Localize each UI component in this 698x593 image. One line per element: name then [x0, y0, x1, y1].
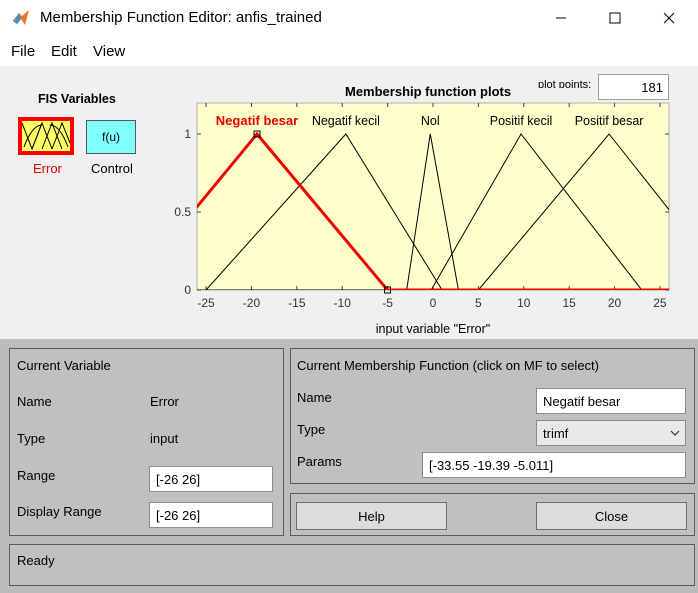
- status-text: Ready: [17, 553, 55, 568]
- range-label: Range: [17, 468, 56, 483]
- title-bar: Membership Function Editor: anfis_traine…: [0, 0, 698, 36]
- maximize-button[interactable]: [592, 0, 638, 36]
- mf-label-nol[interactable]: Nol: [421, 114, 440, 128]
- mf-label-positif-besar[interactable]: Positif besar: [575, 114, 644, 128]
- x-tick-label: 5: [475, 296, 482, 310]
- x-tick-label: 25: [653, 296, 667, 310]
- y-tick-label: 0.5: [174, 205, 191, 219]
- menu-file[interactable]: File: [11, 43, 35, 60]
- menu-edit[interactable]: Edit: [51, 43, 77, 60]
- chevron-down-icon: [670, 430, 680, 436]
- x-tick-label: 15: [562, 296, 576, 310]
- close-icon: [663, 12, 675, 24]
- y-tick-label: 1: [184, 127, 191, 141]
- input-variable-label: Error: [33, 161, 62, 176]
- y-tick-label: 0: [184, 283, 191, 297]
- minimize-icon: [556, 17, 566, 19]
- plot-points-label: plot points:: [538, 79, 592, 88]
- mf-label-negatif-besar[interactable]: Negatif besar: [216, 113, 298, 128]
- mf-name-field[interactable]: Negatif besar: [536, 388, 686, 414]
- mf-params-label: Params: [297, 454, 342, 469]
- x-axis-label: input variable "Error": [376, 322, 490, 336]
- help-button[interactable]: Help: [296, 502, 447, 530]
- current-variable-panel: Current Variable Name Error Type input R…: [9, 348, 284, 536]
- plot-title: Membership function plots: [345, 84, 512, 99]
- x-tick-label: -20: [243, 296, 261, 310]
- x-tick-label: 10: [517, 296, 531, 310]
- input-variable-error-box[interactable]: [18, 117, 74, 155]
- display-range-label: Display Range: [17, 504, 102, 519]
- x-tick-label: 0: [430, 296, 437, 310]
- mf-label-positif-kecil[interactable]: Positif kecil: [490, 114, 553, 128]
- x-tick-label: 20: [608, 296, 622, 310]
- status-panel: Ready: [9, 544, 695, 586]
- current-mf-panel: Current Membership Function (click on MF…: [290, 348, 695, 484]
- mf-editor-window: Membership Function Editor: anfis_traine…: [0, 0, 698, 593]
- membership-function-plot[interactable]: -25 -20 -15 -10 -5 0 5 10 15 20 25 0 0.5 1 Negatif kec…: [160, 100, 680, 338]
- window-title: Membership Function Editor: anfis_traine…: [40, 9, 322, 26]
- mf-params-field[interactable]: [-33.55 -19.39 -5.011]: [422, 452, 686, 478]
- display-range-field[interactable]: [-26 26]: [149, 502, 273, 528]
- plot-points-input[interactable]: 181: [598, 74, 669, 100]
- matlab-app-icon: [13, 10, 29, 25]
- output-variable-label: Control: [91, 161, 133, 176]
- minimize-button[interactable]: [538, 0, 584, 36]
- menu-view[interactable]: View: [93, 43, 125, 60]
- mf-name-label: Name: [297, 390, 332, 405]
- variable-name-label: Name: [17, 394, 52, 409]
- menu-bar: File Edit View: [0, 36, 698, 66]
- x-tick-label: -10: [334, 296, 352, 310]
- range-field[interactable]: [-26 26]: [149, 466, 273, 492]
- close-window-button[interactable]: [646, 0, 692, 36]
- x-tick-label: -15: [288, 296, 306, 310]
- maximize-icon: [609, 12, 621, 24]
- mf-label-negatif-kecil[interactable]: Negatif kecil: [312, 114, 380, 128]
- current-variable-heading: Current Variable: [17, 358, 111, 373]
- plot-area: [196, 102, 670, 291]
- variable-name-value: Error: [150, 394, 179, 409]
- output-function-label: f(u): [102, 130, 120, 144]
- close-button[interactable]: Close: [536, 502, 687, 530]
- variable-type-label: Type: [17, 431, 46, 446]
- mf-type-select[interactable]: trimf: [536, 420, 686, 446]
- x-tick-label: -5: [382, 296, 393, 310]
- input-mf-icon: [21, 121, 71, 151]
- output-variable-control-box[interactable]: f(u): [86, 120, 136, 154]
- mf-type-label: Type: [297, 422, 326, 437]
- x-tick-label: -25: [197, 296, 215, 310]
- variable-type-value: input: [150, 431, 179, 446]
- mf-type-value: trimf: [543, 426, 569, 441]
- current-mf-heading: Current Membership Function (click on MF…: [297, 358, 599, 373]
- button-panel: Help Close: [290, 493, 695, 536]
- fis-variables-heading: FIS Variables: [38, 92, 116, 106]
